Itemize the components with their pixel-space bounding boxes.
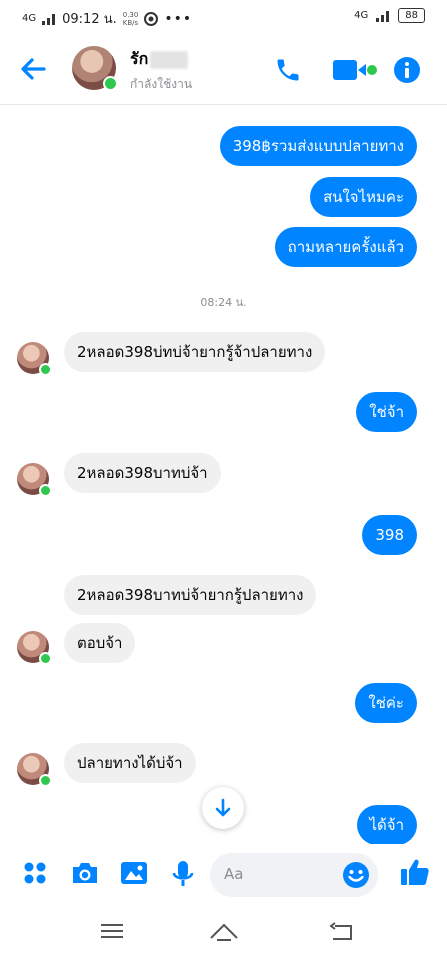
contact-name[interactable]: รัก: [130, 47, 189, 72]
contact-avatar[interactable]: [72, 46, 118, 91]
chat-header: รัก กำลังใช้งาน: [0, 36, 447, 105]
message-bubble-in[interactable]: ปลายทางได้บ่จ้า: [64, 743, 196, 783]
emoji-icon[interactable]: [342, 861, 370, 889]
sender-avatar[interactable]: [17, 342, 52, 376]
composer-bar: Aa: [0, 844, 447, 906]
signal-icon-right: [376, 10, 390, 22]
sender-avatar[interactable]: [17, 463, 52, 497]
status-bar: 4G 09:12 น. 0.30 KB/s ••• 4G 88: [0, 0, 447, 36]
online-indicator: [39, 363, 52, 376]
home-icon[interactable]: [209, 922, 239, 942]
network-speed: 0.30 KB/s: [122, 10, 139, 27]
scroll-to-bottom-button[interactable]: [202, 787, 244, 829]
signal-icon: [42, 13, 56, 25]
message-bubble-in[interactable]: 2หลอด398บาทบ่จ้ายากรู้ปลายทาง: [64, 575, 317, 615]
online-indicator: [103, 76, 118, 91]
phone-icon[interactable]: [274, 56, 302, 84]
message-input[interactable]: Aa: [210, 853, 378, 897]
message-bubble-out[interactable]: ได้จ้า: [356, 805, 417, 844]
system-nav-bar: [0, 906, 447, 960]
message-bubble-in[interactable]: 2หลอด398บ่ทบ่จ้ายากรู้จ้าปลายทาง: [64, 332, 326, 372]
arrow-down-icon: [215, 798, 231, 817]
more-actions-icon[interactable]: [22, 860, 48, 886]
message-bubble-in[interactable]: 2หลอด398บาทบ่จ้า: [64, 453, 221, 493]
back-arrow-icon[interactable]: [18, 54, 48, 84]
message-bubble-out[interactable]: ใช่ค่ะ: [355, 683, 417, 723]
gallery-icon[interactable]: [120, 860, 148, 886]
message-bubble-out[interactable]: 398฿รวมส่งแบบปลายทาง: [219, 126, 417, 166]
message-input-placeholder: Aa: [224, 865, 244, 883]
network-label: 4G: [22, 13, 37, 24]
network-label-right: 4G: [354, 10, 369, 21]
online-indicator: [39, 774, 52, 787]
message-list[interactable]: 398฿รวมส่งแบบปลายทาง สนใจไหมคะ ถามหลายคร…: [0, 104, 447, 844]
message-bubble-out[interactable]: 398: [362, 515, 417, 555]
sender-avatar[interactable]: [17, 631, 52, 665]
clock: 09:12 น.: [62, 12, 117, 27]
microphone-icon[interactable]: [172, 860, 194, 888]
message-bubble-in[interactable]: ตอบจ้า: [64, 623, 136, 663]
video-call-icon[interactable]: [332, 56, 378, 84]
back-icon[interactable]: [329, 922, 353, 942]
message-timestamp: 08:24 น.: [200, 296, 247, 309]
chrome-icon: [144, 11, 159, 26]
message-bubble-out[interactable]: สนใจไหมคะ: [310, 177, 417, 217]
like-icon[interactable]: [400, 857, 430, 887]
contact-status: กำลังใช้งาน: [130, 77, 193, 91]
battery-icon: 88: [398, 8, 425, 23]
message-bubble-out[interactable]: ใช่จ้า: [356, 392, 417, 432]
menu-icon[interactable]: [101, 922, 123, 940]
redacted-name: [150, 50, 189, 69]
info-icon[interactable]: [393, 56, 421, 84]
online-indicator: [39, 652, 52, 665]
camera-icon[interactable]: [70, 860, 100, 886]
more-dots-icon: •••: [164, 10, 193, 27]
sender-avatar[interactable]: [17, 753, 52, 787]
message-bubble-out[interactable]: ถามหลายครั้งแล้ว: [274, 227, 417, 267]
online-indicator: [39, 484, 52, 497]
